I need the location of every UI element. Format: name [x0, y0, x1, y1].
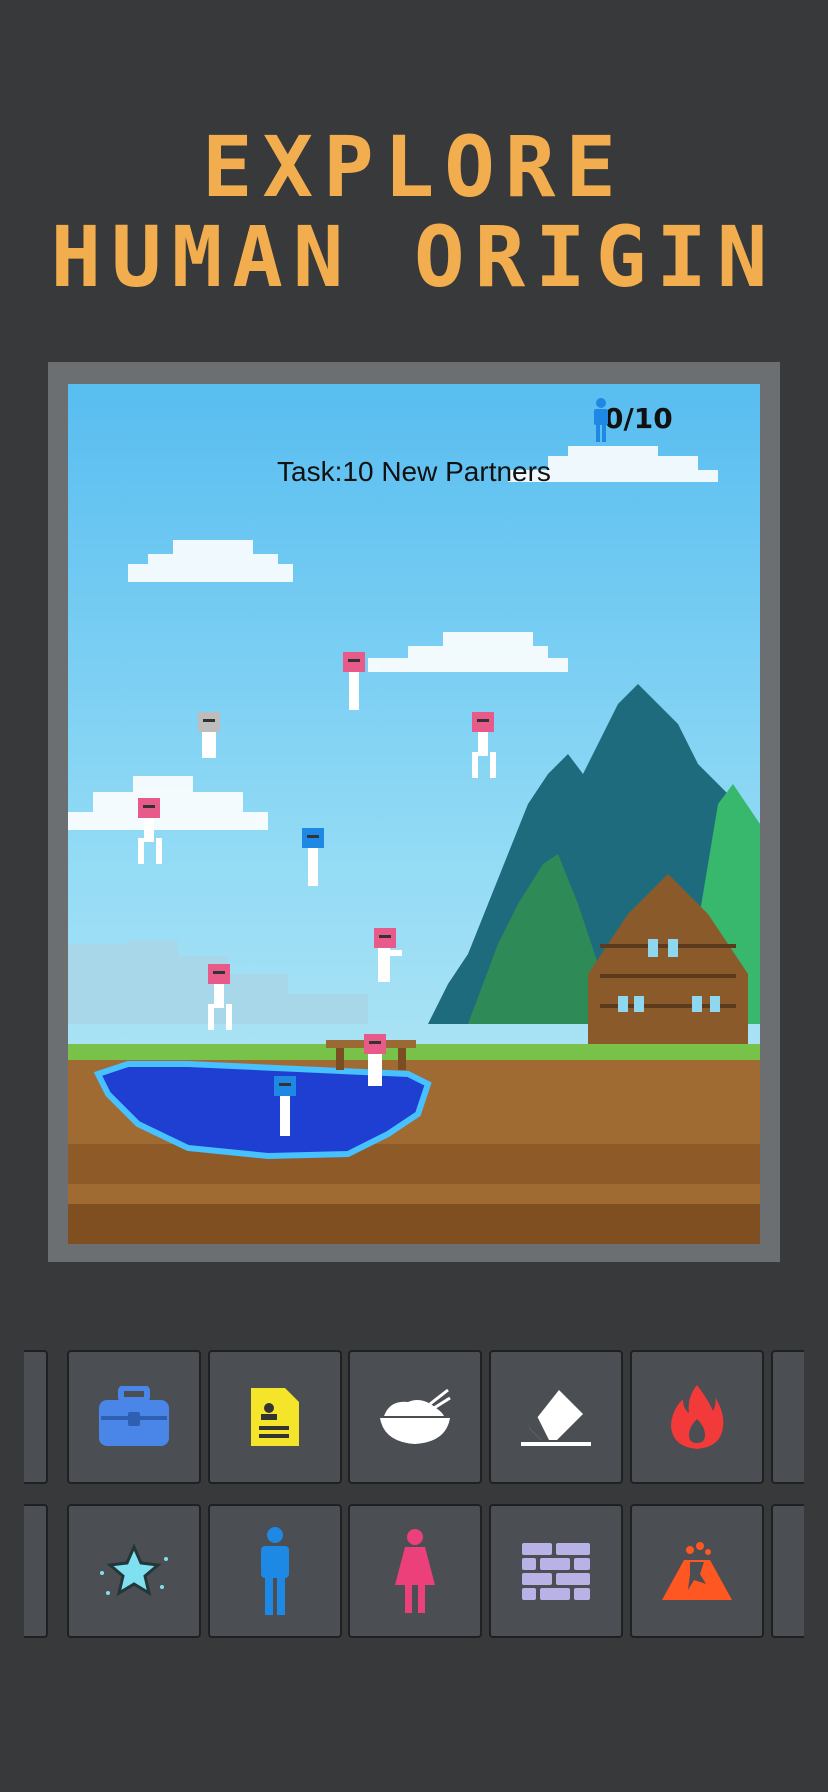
brick-wall-button[interactable] — [489, 1504, 623, 1638]
game-scene[interactable]: 0/10 Task:10 New Partners — [68, 384, 760, 1244]
title-line-2: HUMAN ORIGIN — [50, 208, 778, 306]
document-button[interactable] — [208, 1350, 342, 1484]
fire-icon — [671, 1385, 724, 1449]
character — [302, 828, 324, 886]
character — [138, 798, 162, 864]
male-person-icon — [594, 398, 608, 442]
toolbar-tile-partial[interactable] — [771, 1504, 804, 1638]
briefcase-button[interactable] — [67, 1350, 201, 1484]
volcano-button[interactable] — [630, 1504, 764, 1638]
eraser-icon — [521, 1390, 591, 1446]
female-person-icon — [395, 1529, 435, 1613]
scene-artwork — [68, 446, 760, 1244]
toolbar-tile-partial[interactable] — [24, 1350, 48, 1484]
toolbar-row-1 — [24, 1350, 804, 1488]
rice-bowl-icon — [380, 1388, 451, 1444]
document-icon — [251, 1388, 299, 1446]
title-line-1: EXPLORE — [201, 118, 626, 216]
female-button[interactable] — [348, 1504, 482, 1638]
toolbar-tile-partial[interactable] — [24, 1504, 48, 1638]
task-label: Task:10 New Partners — [277, 456, 551, 487]
male-button[interactable] — [208, 1504, 342, 1638]
volcano-icon — [662, 1542, 732, 1600]
star-button[interactable] — [67, 1504, 201, 1638]
population-counter: 0/10 — [592, 398, 673, 442]
toolbar-tile-partial[interactable] — [771, 1350, 804, 1484]
fire-button[interactable] — [630, 1350, 764, 1484]
eraser-button[interactable] — [489, 1350, 623, 1484]
character — [343, 652, 365, 710]
character — [472, 712, 496, 778]
character — [198, 712, 220, 758]
star-icon — [100, 1543, 168, 1597]
male-person-icon — [261, 1527, 289, 1615]
briefcase-icon — [99, 1386, 169, 1446]
population-count: 0/10 — [604, 401, 673, 435]
brick-wall-icon — [522, 1543, 590, 1600]
toolbar-row-2 — [24, 1504, 804, 1642]
character — [374, 928, 402, 982]
food-button[interactable] — [348, 1350, 482, 1484]
